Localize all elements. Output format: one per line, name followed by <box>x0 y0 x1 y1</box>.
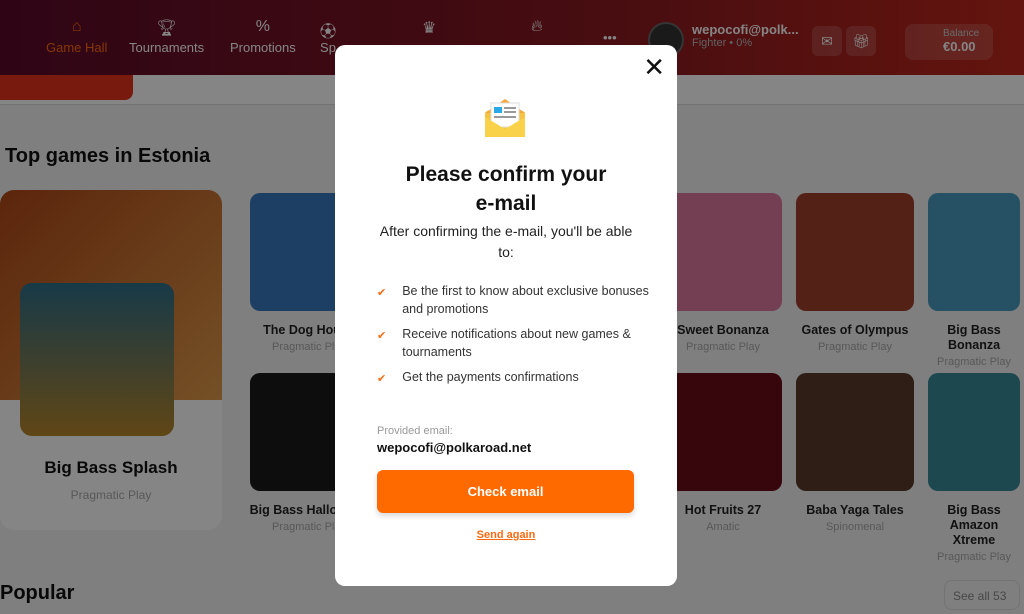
check-email-button[interactable]: Check email <box>377 470 634 513</box>
email-label: Provided email: <box>377 425 453 437</box>
send-again-link[interactable]: Send again <box>335 529 677 541</box>
benefits-list: ✔ Be the first to know about exclusive bo… <box>377 283 657 397</box>
check-icon: ✔ <box>377 373 387 385</box>
list-item: ✔ Receive notifications about new games &… <box>377 326 657 361</box>
email-value: wepocofi@polkaroad.net <box>377 440 532 455</box>
close-icon[interactable]: ✕ <box>643 54 665 80</box>
check-icon: ✔ <box>377 330 387 342</box>
check-icon: ✔ <box>377 287 387 299</box>
envelope-icon <box>485 99 525 137</box>
list-item: ✔ Get the payments confirmations <box>377 369 657 389</box>
modal-title: Please confirm your e-mail <box>405 163 607 215</box>
list-item: ✔ Be the first to know about exclusive bo… <box>377 283 657 318</box>
confirm-email-modal: ✕ Please confirm your e-mail After confi… <box>335 45 677 586</box>
modal-subtitle: After confirming the e-mail, you'll be a… <box>379 223 633 260</box>
